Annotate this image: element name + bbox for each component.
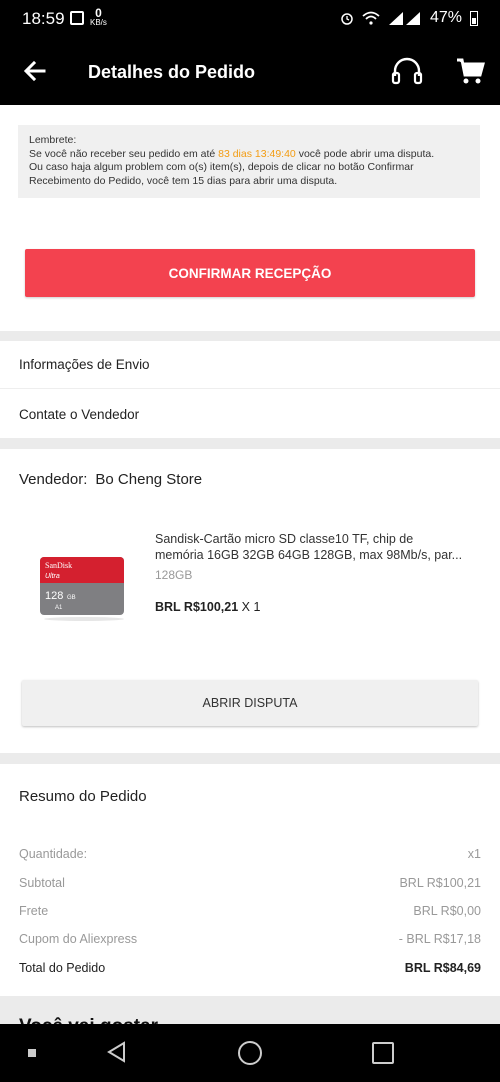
battery-icon bbox=[470, 10, 478, 26]
product-quantity: X 1 bbox=[241, 600, 261, 614]
product-image-class: A1 bbox=[55, 605, 63, 611]
cart-icon[interactable] bbox=[455, 56, 485, 86]
net-speed-unit: KB/s bbox=[90, 18, 107, 27]
summary-value: x1 bbox=[467, 847, 481, 861]
product-title-line2: memória 16GB 32GB 64GB 128GB, max 98Mb/s… bbox=[155, 548, 463, 562]
status-right-icons: 47% bbox=[340, 9, 478, 27]
seller-name[interactable]: Bo Cheng Store bbox=[95, 471, 202, 488]
product-image-unit: GB bbox=[67, 595, 76, 601]
product-image-capacity: 128 bbox=[45, 590, 63, 602]
summary-row-total: Total do Pedido BRL R$84,69 bbox=[19, 961, 481, 975]
summary-row-subtotal: Subtotal BRL R$100,21 bbox=[19, 876, 481, 890]
reminder-box: Lembrete: Se você não receber seu pedido… bbox=[18, 125, 480, 198]
recommendations-header: Você vai gostar bbox=[0, 996, 500, 1024]
app-bar: Detalhes do Pedido bbox=[0, 40, 500, 105]
status-time: 18:59 bbox=[22, 9, 65, 28]
signal-icon bbox=[388, 11, 420, 25]
product-title-line1: Sandisk-Cartão micro SD classe10 TF, chi… bbox=[155, 532, 414, 546]
notification-icon bbox=[70, 11, 84, 25]
net-speed-value: 0 bbox=[95, 6, 102, 20]
page-title: Detalhes do Pedido bbox=[88, 62, 256, 82]
summary-row-coupon: Cupom do Aliexpress - BRL R$17,18 bbox=[19, 932, 481, 946]
summary-label: Cupom do Aliexpress bbox=[19, 932, 138, 946]
reminder-line1-suffix: você pode abrir uma disputa. bbox=[295, 147, 435, 160]
product-title[interactable]: Sandisk-Cartão micro SD classe10 TF, chi… bbox=[155, 531, 480, 563]
net-speed: 0 KB/s bbox=[90, 6, 107, 27]
summary-label: Quantidade: bbox=[19, 847, 88, 861]
open-dispute-button[interactable]: ABRIR DISPUTA bbox=[22, 680, 478, 726]
battery-percent: 47% bbox=[429, 9, 462, 26]
nav-home-icon[interactable] bbox=[238, 1041, 262, 1065]
seller-label: Vendedor: bbox=[19, 471, 88, 488]
contact-seller-link[interactable]: Contate o Vendedor bbox=[0, 390, 500, 438]
summary-label: Subtotal bbox=[19, 876, 65, 890]
headset-support-icon[interactable] bbox=[389, 54, 425, 90]
summary-row-shipping: Frete BRL R$0,00 bbox=[19, 904, 481, 918]
summary-label: Total do Pedido bbox=[19, 961, 106, 975]
product-image-line: Ultra bbox=[45, 573, 60, 580]
system-nav-bar bbox=[0, 1024, 500, 1082]
reminder-card: Lembrete: Se você não receber seu pedido… bbox=[0, 105, 500, 331]
wifi-icon bbox=[362, 11, 380, 25]
recents-dot-icon[interactable] bbox=[28, 1049, 36, 1057]
dispute-countdown: 83 dias 13:49:40 bbox=[218, 147, 296, 160]
product-price-line: BRL R$100,21 X 1 bbox=[155, 600, 260, 614]
actions-list: Informações de Envio Contate o Vendedor bbox=[0, 341, 500, 438]
shipping-info-link[interactable]: Informações de Envio bbox=[0, 341, 500, 389]
summary-value: - BRL R$17,18 bbox=[398, 932, 481, 946]
product-price: BRL R$100,21 bbox=[155, 600, 239, 614]
summary-label: Frete bbox=[19, 904, 49, 918]
product-variant: 128GB bbox=[155, 568, 193, 582]
order-summary: Resumo do Pedido Quantidade: x1 Subtotal… bbox=[0, 764, 500, 996]
summary-value: BRL R$84,69 bbox=[404, 961, 481, 975]
status-bar: 18:59 0 KB/s 47% bbox=[0, 0, 500, 40]
reminder-line2: Ou caso haja algum problem com o(s) item… bbox=[29, 161, 414, 187]
product-image-brand: SanDisk bbox=[45, 561, 72, 570]
summary-row-quantity: Quantidade: x1 bbox=[19, 847, 481, 861]
status-left-icons: 0 KB/s bbox=[70, 6, 107, 27]
back-arrow-icon[interactable] bbox=[20, 56, 50, 86]
nav-back-icon[interactable] bbox=[106, 1041, 128, 1063]
summary-title: Resumo do Pedido bbox=[19, 788, 147, 805]
summary-value: BRL R$100,21 bbox=[399, 876, 481, 890]
confirm-reception-button[interactable]: CONFIRMAR RECEPÇÃO bbox=[25, 249, 475, 297]
reminder-line1-prefix: Se você não receber seu pedido em até bbox=[29, 147, 219, 160]
seller-line[interactable]: Vendedor: Bo Cheng Store bbox=[19, 471, 210, 488]
recommendations-title: Você vai gostar bbox=[19, 1016, 158, 1024]
alarm-icon bbox=[341, 13, 353, 25]
reminder-heading: Lembrete: bbox=[29, 134, 77, 146]
seller-card: Vendedor: Bo Cheng Store SanDisk Ultra 12… bbox=[0, 449, 500, 753]
summary-value: BRL R$0,00 bbox=[413, 904, 481, 918]
nav-overview-icon[interactable] bbox=[372, 1042, 394, 1064]
product-image[interactable]: SanDisk Ultra 128 GB A1 bbox=[28, 543, 138, 623]
reminder-line1: Se você não receber seu pedido em até 83… bbox=[29, 148, 469, 162]
